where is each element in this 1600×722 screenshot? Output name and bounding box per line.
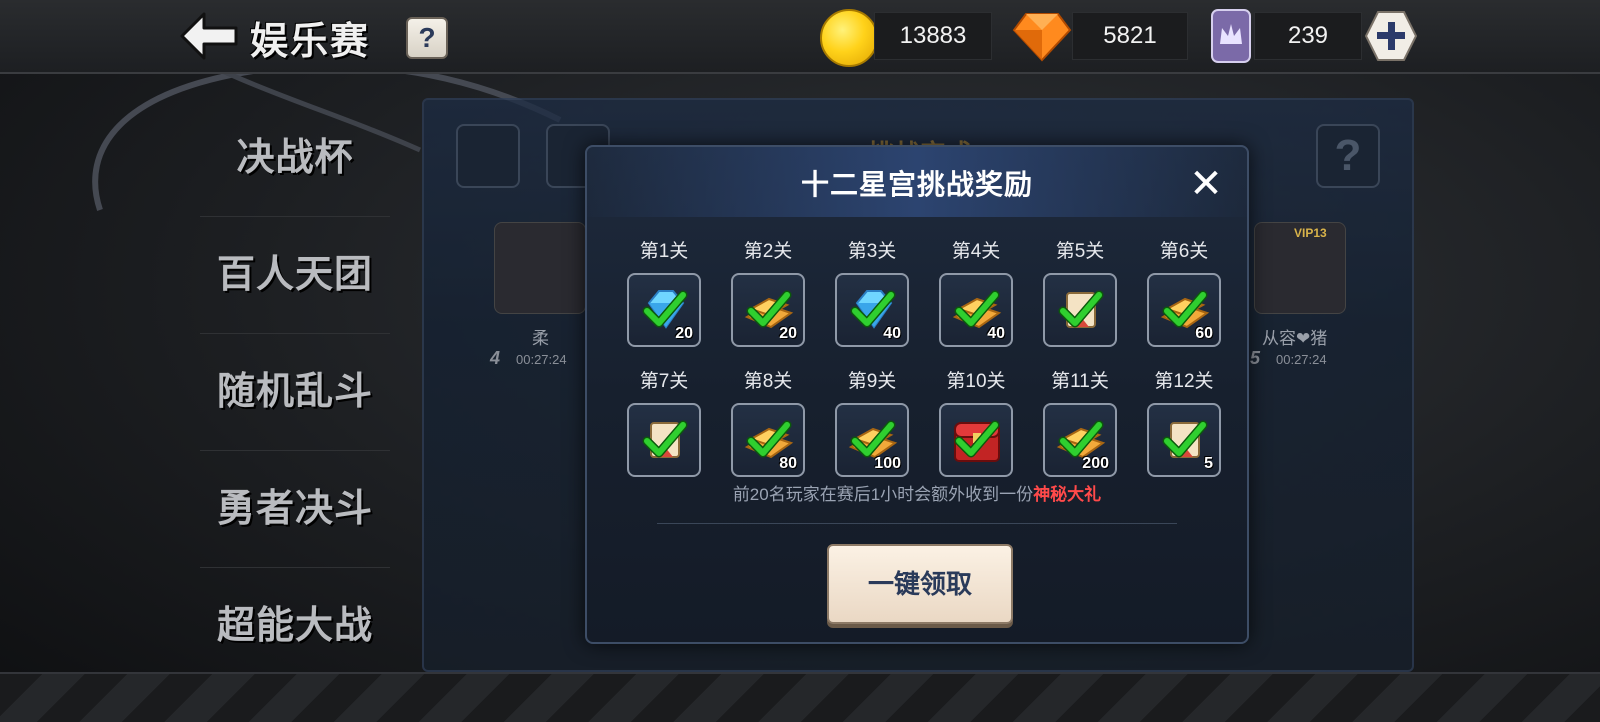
reward-quantity: 20 [779,325,797,342]
level-label: 第1关 [639,241,689,262]
reward-quantity: 100 [874,455,901,472]
level-label: 第7关 [639,371,689,392]
level-label: 第4关 [951,241,1001,262]
modal-title: 十二星宫挑战奖励 [800,169,1033,200]
scroll-icon [642,420,688,458]
reward-item[interactable]: 5 [1147,403,1221,477]
bonus-note: 前20名玩家在赛后1小时会额外收到一份神秘大礼 [587,480,1247,505]
reward-item[interactable] [1043,273,1117,347]
reward-quantity: 5 [1204,455,1213,472]
level-reward: 第7关 [619,367,709,477]
bonus-note-text: 前20名玩家在赛后1小时会额外收到一份 [732,485,1034,504]
level-label: 第10关 [946,371,1006,392]
level-reward: 第6关 60 [1139,237,1229,347]
level-label: 第12关 [1154,371,1214,392]
reward-item[interactable]: 20 [731,273,805,347]
reward-modal: 十二星宫挑战奖励 ✕ 第1关 20 第2关 20 第3关 40 第4关 40 第5关 第6关 60 第… [585,145,1249,644]
scroll-icon [1162,420,1208,458]
reward-quantity: 40 [883,325,901,342]
level-label: 第9关 [847,371,897,392]
level-reward: 第11关 200 [1035,367,1125,477]
level-label: 第8关 [743,371,793,392]
reward-quantity: 200 [1082,455,1109,472]
reward-item[interactable]: 80 [731,403,805,477]
level-label: 第3关 [847,241,897,262]
reward-quantity: 80 [779,455,797,472]
scroll-icon [1058,290,1104,328]
level-reward: 第8关 80 [723,367,813,477]
level-label: 第11关 [1051,371,1109,392]
level-reward: 第5关 [1035,237,1125,347]
level-reward: 第3关 40 [827,237,917,347]
modal-divider [657,523,1177,524]
level-label: 第5关 [1055,241,1105,262]
level-reward: 第4关 40 [931,237,1021,347]
reward-item[interactable]: 200 [1043,403,1117,477]
reward-item[interactable]: 20 [627,273,701,347]
reward-item[interactable]: 40 [835,273,909,347]
claim-all-button[interactable]: 一键领取 [827,544,1013,624]
reward-item[interactable]: 100 [835,403,909,477]
reward-item[interactable]: 40 [939,273,1013,347]
reward-item[interactable] [939,403,1013,477]
level-label: 第2关 [743,241,793,262]
reward-quantity: 60 [1195,325,1213,342]
bonus-note-highlight: 神秘大礼 [1033,485,1102,504]
treasure-chest-icon [954,420,1000,462]
reward-item[interactable]: 60 [1147,273,1221,347]
level-reward: 第10关 [931,367,1021,477]
modal-overlay: 十二星宫挑战奖励 ✕ 第1关 20 第2关 20 第3关 40 第4关 40 第5关 第6关 60 第… [0,0,1600,720]
close-button[interactable]: ✕ [1187,164,1225,204]
reward-quantity: 20 [675,325,693,342]
level-reward: 第12关 5 [1139,367,1229,477]
level-reward: 第2关 20 [723,237,813,347]
level-reward: 第1关 20 [619,237,709,347]
level-label: 第6关 [1159,241,1209,262]
reward-quantity: 40 [987,325,1005,342]
level-reward: 第9关 100 [827,367,917,477]
reward-item[interactable] [627,403,701,477]
